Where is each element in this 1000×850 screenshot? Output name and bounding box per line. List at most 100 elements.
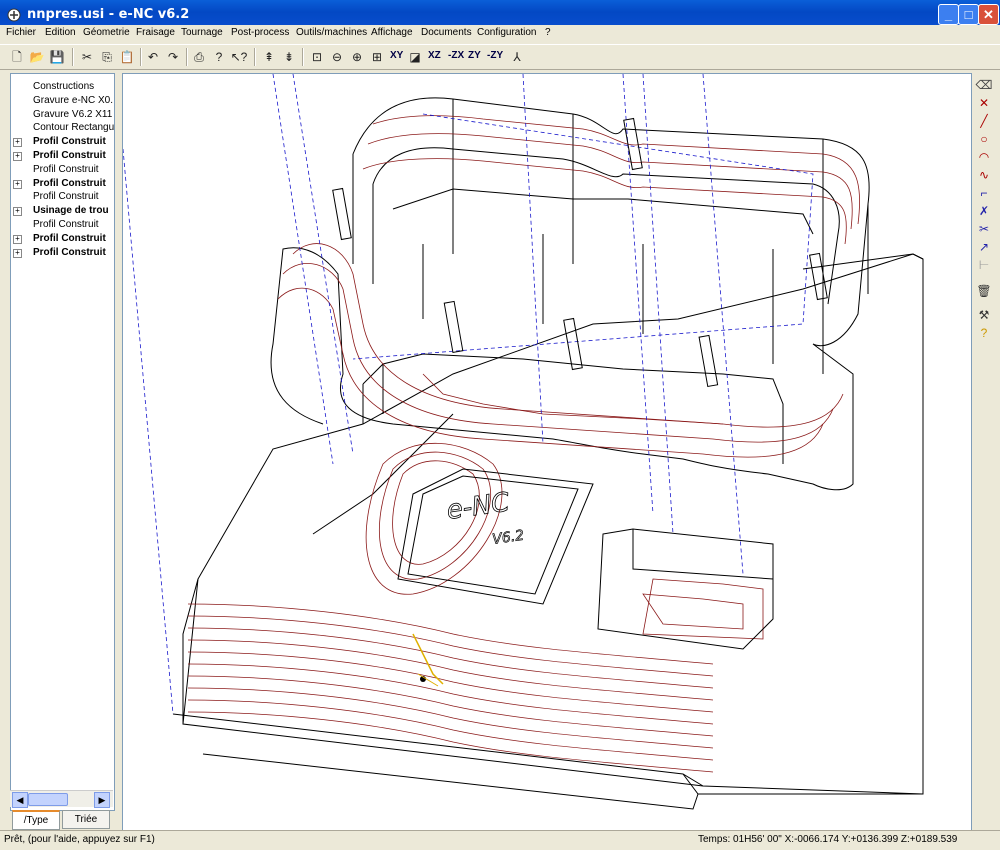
- axes-icon[interactable]: ⅄: [508, 48, 526, 66]
- paste-icon[interactable]: 📋: [118, 48, 136, 66]
- menu-configuration[interactable]: Configuration: [477, 27, 536, 38]
- toolpath-lines: [277, 115, 861, 640]
- tree-item[interactable]: + Profil Construit: [11, 149, 114, 163]
- tree-item[interactable]: + Usinage de trou: [11, 204, 114, 218]
- tab-sorted[interactable]: Triée: [62, 810, 110, 829]
- undo-icon[interactable]: ↶: [144, 48, 162, 66]
- tree-item-label: Profil Construit: [33, 191, 99, 203]
- scroll-right-icon[interactable]: ▶: [94, 792, 110, 808]
- tree-item-label: Contour Rectangul: [33, 122, 114, 134]
- expand-icon[interactable]: +: [13, 179, 22, 189]
- menu-affichage[interactable]: Affichage: [371, 27, 413, 38]
- operations-tree: Constructions Gravure e-NC X0. Gravure V6.…: [10, 73, 115, 811]
- context-help-icon[interactable]: ↖?: [230, 48, 248, 66]
- tree-horizontal-scrollbar[interactable]: ◀ ▶: [10, 790, 113, 808]
- main-toolbar: 🗋 📂 💾 ✂ ⎘ 📋 ↶ ↷ ⎙ ? ↖? ⇞ ⇟ ⊡ ⊖ ⊕ ⊞ XY ◪ …: [0, 44, 1000, 70]
- engraving-text: e-NC: [445, 487, 512, 526]
- toolbar-separator: [302, 48, 304, 66]
- open-folder-icon[interactable]: 📂: [28, 48, 46, 66]
- view-minus-zy-button[interactable]: -ZY: [487, 50, 503, 61]
- cross-icon[interactable]: ✕: [974, 94, 994, 112]
- maximize-icon: □: [964, 7, 973, 22]
- new-file-icon[interactable]: 🗋: [8, 48, 26, 66]
- tree-item-label: Constructions: [33, 81, 95, 92]
- tree-item[interactable]: Profil Construit: [11, 218, 114, 232]
- arrow-icon[interactable]: ↗: [974, 238, 994, 256]
- dimension-icon[interactable]: ⊢: [974, 256, 994, 274]
- help-icon[interactable]: ?: [210, 48, 228, 66]
- print-icon[interactable]: ⎙: [190, 48, 208, 66]
- tree-item[interactable]: Contour Rectangul: [11, 121, 114, 135]
- view-zy-button[interactable]: ZY: [468, 50, 481, 61]
- menu-tournage[interactable]: Tournage: [181, 27, 223, 38]
- cut-icon[interactable]: ✂: [78, 48, 96, 66]
- tree-tabs: /Type Triée: [10, 810, 113, 830]
- tree-item[interactable]: Constructions: [11, 80, 114, 94]
- move-up-icon[interactable]: ⇞: [260, 48, 278, 66]
- tree-item[interactable]: Gravure e-NC X0.: [11, 94, 114, 108]
- tree-item[interactable]: Profil Construit: [11, 190, 114, 204]
- line-icon[interactable]: ╱: [974, 112, 994, 130]
- tree-item-label: Profil Construit: [33, 150, 106, 161]
- expand-icon[interactable]: +: [13, 152, 22, 161]
- toolbar-separator: [72, 48, 74, 66]
- expand-icon[interactable]: +: [13, 138, 22, 148]
- expand-icon[interactable]: +: [13, 248, 22, 258]
- minimize-icon: _: [944, 7, 953, 22]
- maximize-button[interactable]: □: [958, 4, 979, 25]
- tree-item[interactable]: Profil Construit: [11, 163, 114, 177]
- zoom-window-icon[interactable]: ⊡: [308, 48, 326, 66]
- pocket-wall-wireframe: [270, 97, 870, 491]
- close-icon: ✕: [983, 7, 994, 22]
- status-message: Prêt, (pour l'aide, appuyez sur F1): [4, 834, 155, 845]
- view-minus-zx-button[interactable]: -ZX: [448, 50, 464, 61]
- tree-item[interactable]: + Profil Construit: [11, 135, 114, 149]
- close-button[interactable]: ✕: [978, 4, 999, 25]
- menu-fraisage[interactable]: Fraisage: [136, 27, 175, 38]
- tree-item-label: Profil Construit: [33, 232, 106, 244]
- tree-item[interactable]: + Profil Construit: [11, 177, 114, 191]
- minimize-button[interactable]: _: [938, 4, 959, 25]
- menu-bar: Fichier Edition Géometrie Fraisage Tourn…: [0, 25, 1000, 43]
- move-down-icon[interactable]: ⇟: [280, 48, 298, 66]
- menu-post-process[interactable]: Post-process: [231, 27, 289, 38]
- menu-help[interactable]: ?: [545, 27, 551, 38]
- scroll-left-icon[interactable]: ◀: [12, 792, 28, 808]
- scissors-icon[interactable]: ✂: [974, 220, 994, 238]
- chamfer-icon[interactable]: ⌐: [974, 184, 994, 202]
- trim-icon[interactable]: ✗: [974, 202, 994, 220]
- tree-item[interactable]: + Profil Construit: [11, 246, 114, 260]
- scroll-thumb[interactable]: [28, 793, 68, 806]
- circle-icon[interactable]: ○: [974, 130, 994, 148]
- menu-geometrie[interactable]: Géometrie: [83, 27, 130, 38]
- zoom-out-icon[interactable]: ⊖: [328, 48, 346, 66]
- spline-icon[interactable]: ∿: [974, 166, 994, 184]
- copy-icon[interactable]: ⎘: [98, 48, 116, 66]
- menu-edition[interactable]: Edition: [45, 27, 76, 38]
- tree-item[interactable]: Gravure V6.2 X11: [11, 108, 114, 122]
- cad-viewport[interactable]: e-NC V6.2: [122, 73, 972, 831]
- view-xz-button[interactable]: XZ: [428, 50, 441, 61]
- view-xy-button[interactable]: XY: [390, 50, 403, 61]
- zoom-all-icon[interactable]: ⊞: [368, 48, 386, 66]
- expand-icon[interactable]: +: [13, 207, 22, 217]
- menu-fichier[interactable]: Fichier: [6, 27, 36, 38]
- app-icon: [7, 8, 21, 22]
- tab-type[interactable]: /Type: [12, 810, 60, 830]
- question-icon[interactable]: ?: [974, 324, 994, 342]
- menu-outils-machines[interactable]: Outils/machines: [296, 27, 367, 38]
- tree-item[interactable]: + Profil Construit: [11, 232, 114, 246]
- tool-icon[interactable]: ⚒: [974, 306, 994, 324]
- zoom-in-icon[interactable]: ⊕: [348, 48, 366, 66]
- view-iso-icon[interactable]: ◪: [406, 48, 424, 66]
- expand-icon[interactable]: +: [13, 234, 22, 244]
- menu-documents[interactable]: Documents: [421, 27, 472, 38]
- toolbar-separator: [140, 48, 142, 66]
- status-bar: Prêt, (pour l'aide, appuyez sur F1) Temp…: [0, 830, 1000, 850]
- engraving-subtext: V6.2: [491, 528, 525, 548]
- trash-icon[interactable]: 🗑: [974, 282, 994, 300]
- redo-icon[interactable]: ↷: [164, 48, 182, 66]
- save-icon[interactable]: 💾: [48, 48, 66, 66]
- arc-icon[interactable]: ◠: [974, 148, 994, 166]
- eraser-icon[interactable]: ⌫: [974, 76, 994, 94]
